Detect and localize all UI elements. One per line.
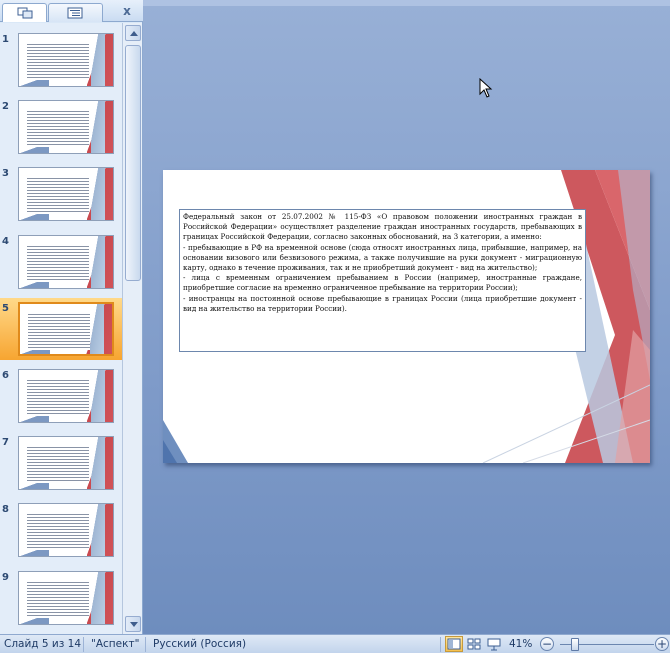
status-divider (83, 637, 84, 652)
slide-thumbnail-row[interactable]: 7 (0, 432, 122, 494)
slide-number: 8 (2, 504, 9, 516)
thumbnail-text (27, 579, 89, 618)
slide-sorter-button[interactable] (465, 636, 483, 652)
slide-thumbnail[interactable] (18, 436, 114, 491)
slide-thumbnail-row[interactable]: 2 (0, 96, 122, 158)
theme-name[interactable]: "Аспект" (91, 638, 139, 650)
zoom-in-button[interactable]: + (655, 637, 669, 651)
scrollbar-thumb[interactable] (125, 45, 141, 281)
slideshow-icon (487, 638, 501, 651)
thumbnail-decoration (91, 571, 105, 624)
slide-thumbnail-row[interactable]: 6 (0, 365, 122, 427)
slide-thumbnail-row[interactable]: 8 (0, 499, 122, 561)
slide-number: 7 (2, 437, 9, 449)
slide-paragraph-intro: Федеральный закон от 25.07.2002 № 115-ФЗ… (183, 212, 582, 242)
mouse-pointer-icon (479, 78, 493, 98)
slide-number: 4 (2, 235, 9, 247)
status-divider (145, 637, 146, 652)
workspace-top-edge (143, 0, 670, 6)
zoom-level[interactable]: 41% (509, 638, 532, 650)
slide-paragraph-temporary: - пребывающие в РФ на временной основе (… (183, 242, 582, 273)
thumbnail-text (28, 311, 90, 350)
language-indicator[interactable]: Русский (Россия) (153, 638, 246, 650)
thumbnail-decoration (91, 235, 105, 288)
scroll-down-icon[interactable] (125, 616, 141, 632)
thumbnail-text (27, 512, 89, 551)
slide-text-box[interactable]: Федеральный закон от 25.07.2002 № 115-ФЗ… (179, 209, 586, 352)
slides-tab-icon (17, 7, 33, 19)
slide-thumbnail[interactable] (18, 570, 114, 625)
slide-counter: Слайд 5 из 14 (4, 638, 82, 650)
thumbnail-scrollbar[interactable] (122, 23, 142, 634)
scroll-up-icon[interactable] (125, 25, 141, 41)
slide-thumbnail[interactable] (18, 503, 114, 558)
slide-thumbnail-row[interactable]: 3 (0, 163, 122, 225)
thumbnail-decoration (91, 168, 105, 221)
thumbnail-decoration (91, 101, 105, 154)
thumbnail-text (27, 176, 89, 215)
thumbnail-text (27, 243, 89, 282)
tab-outline[interactable] (48, 3, 103, 22)
slide-number: 2 (2, 101, 9, 113)
thumbnail-list: 1 2 3 4 5 6 7 8 9 (0, 23, 122, 634)
thumbnail-decoration (90, 303, 104, 354)
slide-paragraph-permanent: - иностранцы на постоянной основе пребыв… (183, 293, 582, 313)
slides-panel: x 1 2 3 4 5 6 7 8 9 (0, 0, 143, 634)
thumbnail-decoration (91, 504, 105, 557)
slide-paragraph-limited: - лица с временным ограничением пребыван… (183, 273, 582, 293)
slide-thumbnail[interactable] (18, 100, 114, 155)
zoom-slider-handle[interactable] (571, 638, 579, 651)
slide-thumbnail-row[interactable]: 5 (0, 297, 122, 360)
slide-number: 3 (2, 168, 9, 180)
slide-sorter-icon (467, 638, 481, 650)
thumbnail-decoration (91, 437, 105, 490)
thumbnail-text (27, 109, 89, 148)
slide-thumbnail-row[interactable]: 1 (0, 29, 122, 91)
status-bar: Слайд 5 из 14 "Аспект" Русский (Россия) … (0, 634, 670, 653)
slide-number: 1 (2, 34, 9, 45)
close-icon[interactable]: x (119, 4, 135, 18)
normal-view-button[interactable] (445, 636, 463, 652)
thumbnail-decoration (91, 370, 105, 422)
powerpoint-window: x 123456789 Федеральный закон от 25.07.2… (0, 0, 670, 653)
slide-number: 9 (2, 571, 9, 583)
slide-thumbnail[interactable] (18, 234, 114, 289)
slide-number: 5 (2, 302, 9, 314)
current-slide[interactable]: Федеральный закон от 25.07.2002 № 115-ФЗ… (163, 170, 650, 463)
slide-thumbnail[interactable] (18, 33, 114, 87)
slideshow-button[interactable] (485, 636, 503, 652)
slide-number: 6 (2, 370, 9, 381)
status-divider (440, 637, 441, 652)
slide-thumbnail[interactable] (18, 369, 114, 423)
thumbnail-text (27, 445, 89, 484)
slide-thumbnail[interactable] (18, 167, 114, 222)
thumbnail-text (27, 378, 89, 416)
slide-thumbnail-row[interactable]: 9 (0, 567, 122, 629)
slide-thumbnail[interactable] (18, 301, 114, 356)
outline-tab-icon (67, 7, 83, 19)
slide-workspace: Федеральный закон от 25.07.2002 № 115-ФЗ… (143, 0, 670, 634)
thumbnail-text (27, 42, 89, 80)
normal-view-icon (447, 638, 461, 650)
thumbnail-decoration (91, 34, 105, 86)
panel-tabs: x (0, 0, 143, 22)
slide-thumbnail-row[interactable]: 4 (0, 231, 122, 293)
zoom-out-button[interactable]: − (540, 637, 554, 651)
tab-slides[interactable] (2, 3, 47, 22)
